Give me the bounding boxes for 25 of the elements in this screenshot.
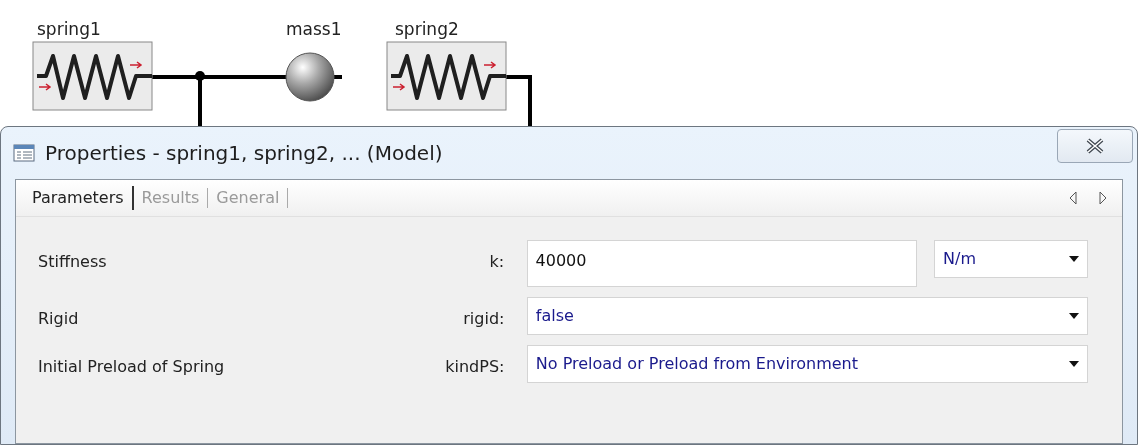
value-dropdown[interactable]: false: [526, 297, 1088, 335]
value-dropdown[interactable]: No Preload or Preload from Environment: [526, 345, 1088, 383]
properties-icon: [13, 144, 35, 162]
parameter-label: Initial Preload of Spring: [38, 356, 226, 378]
dropdown-caret-icon: [1069, 313, 1079, 319]
close-button[interactable]: [1057, 129, 1133, 163]
dropdown-caret-icon: [1069, 256, 1079, 262]
mass-ball: [285, 52, 335, 102]
close-icon: [1085, 138, 1105, 154]
variable-name: kindPS:: [444, 356, 505, 378]
unit-dropdown[interactable]: N/m: [934, 240, 1088, 278]
component-label: mass1: [286, 18, 342, 41]
tab[interactable]: Parameters: [28, 186, 128, 210]
variable-name: k:: [488, 251, 505, 273]
scroll-left-icon[interactable]: [1068, 191, 1078, 205]
value-input[interactable]: 40000: [526, 240, 917, 287]
window-title: Properties - spring1, spring2, ... (Model): [45, 140, 443, 167]
parameter-label: Stiffness: [38, 251, 108, 273]
parameter-label: Rigid: [38, 308, 80, 330]
component-label: spring1: [37, 18, 101, 41]
dropdown-caret-icon: [1069, 361, 1079, 367]
component-label: spring2: [395, 18, 459, 41]
variable-name: rigid:: [462, 308, 505, 330]
connection-line: [334, 75, 342, 79]
scroll-right-icon[interactable]: [1098, 191, 1108, 205]
